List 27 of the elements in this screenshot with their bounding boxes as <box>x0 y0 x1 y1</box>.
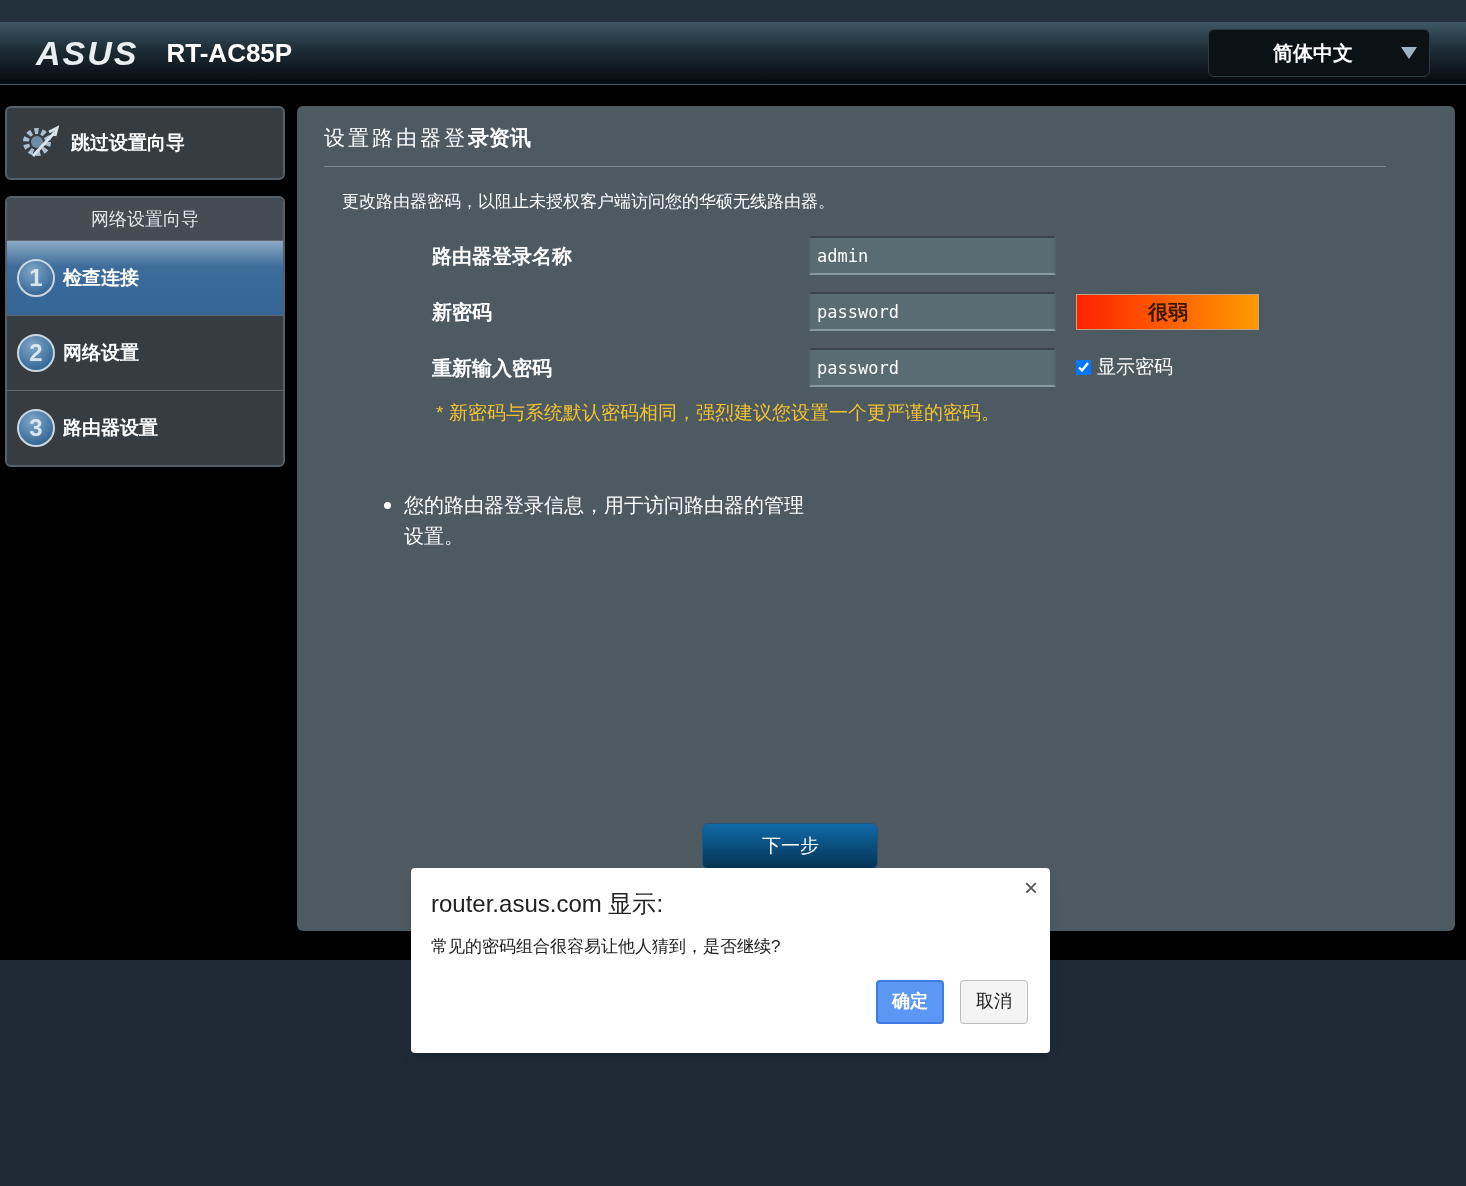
note-text: 您的路由器登录信息，用于访问路由器的管理设置。 <box>404 492 805 549</box>
close-button[interactable]: × <box>1024 876 1038 900</box>
next-button[interactable]: 下一步 <box>702 823 878 869</box>
brand-logo: ASUS <box>36 32 139 74</box>
field-label: 路由器登录名称 <box>432 243 573 269</box>
dialog-title: router.asus.com 显示: <box>431 889 665 919</box>
caret-icon <box>1401 47 1417 59</box>
checkbox-label: 显示密码 <box>1097 355 1173 380</box>
skip-wizard-button[interactable]: 跳过设置向导 <box>5 106 285 180</box>
field-label: 重新输入密码 <box>432 355 553 381</box>
text-field[interactable]: admin <box>809 236 1056 275</box>
text-field[interactable]: password <box>809 292 1056 331</box>
wizard-step[interactable]: 3 路由器设置 <box>7 390 283 465</box>
cancel-button[interactable]: 取消 <box>960 979 1028 1024</box>
dialog-message: 常见的密码组合很容易让他人猜到，是否继续? <box>431 936 782 958</box>
field-label: 新密码 <box>432 299 493 325</box>
wizard-step[interactable]: 1 检查连接 <box>7 240 283 315</box>
show-password-checkbox[interactable] <box>1076 360 1091 375</box>
panel-title: 设置路由器登录资讯 <box>324 125 532 151</box>
warning-text: * 新密码与系统默认密码相同，强烈建议您设置一个更严谨的密码。 <box>436 401 1001 425</box>
description-text: 更改路由器密码，以阻止未授权客户端访问您的华硕无线路由器。 <box>342 190 836 213</box>
bullet-icon <box>384 501 391 509</box>
text-field[interactable]: password <box>809 348 1056 387</box>
model-name: RT-AC85P <box>166 36 293 70</box>
password-strength-meter: 很弱 <box>1076 293 1259 330</box>
language-select[interactable]: 简体中文 <box>1208 29 1430 77</box>
wizard-title: 网络设置向导 <box>7 198 283 240</box>
